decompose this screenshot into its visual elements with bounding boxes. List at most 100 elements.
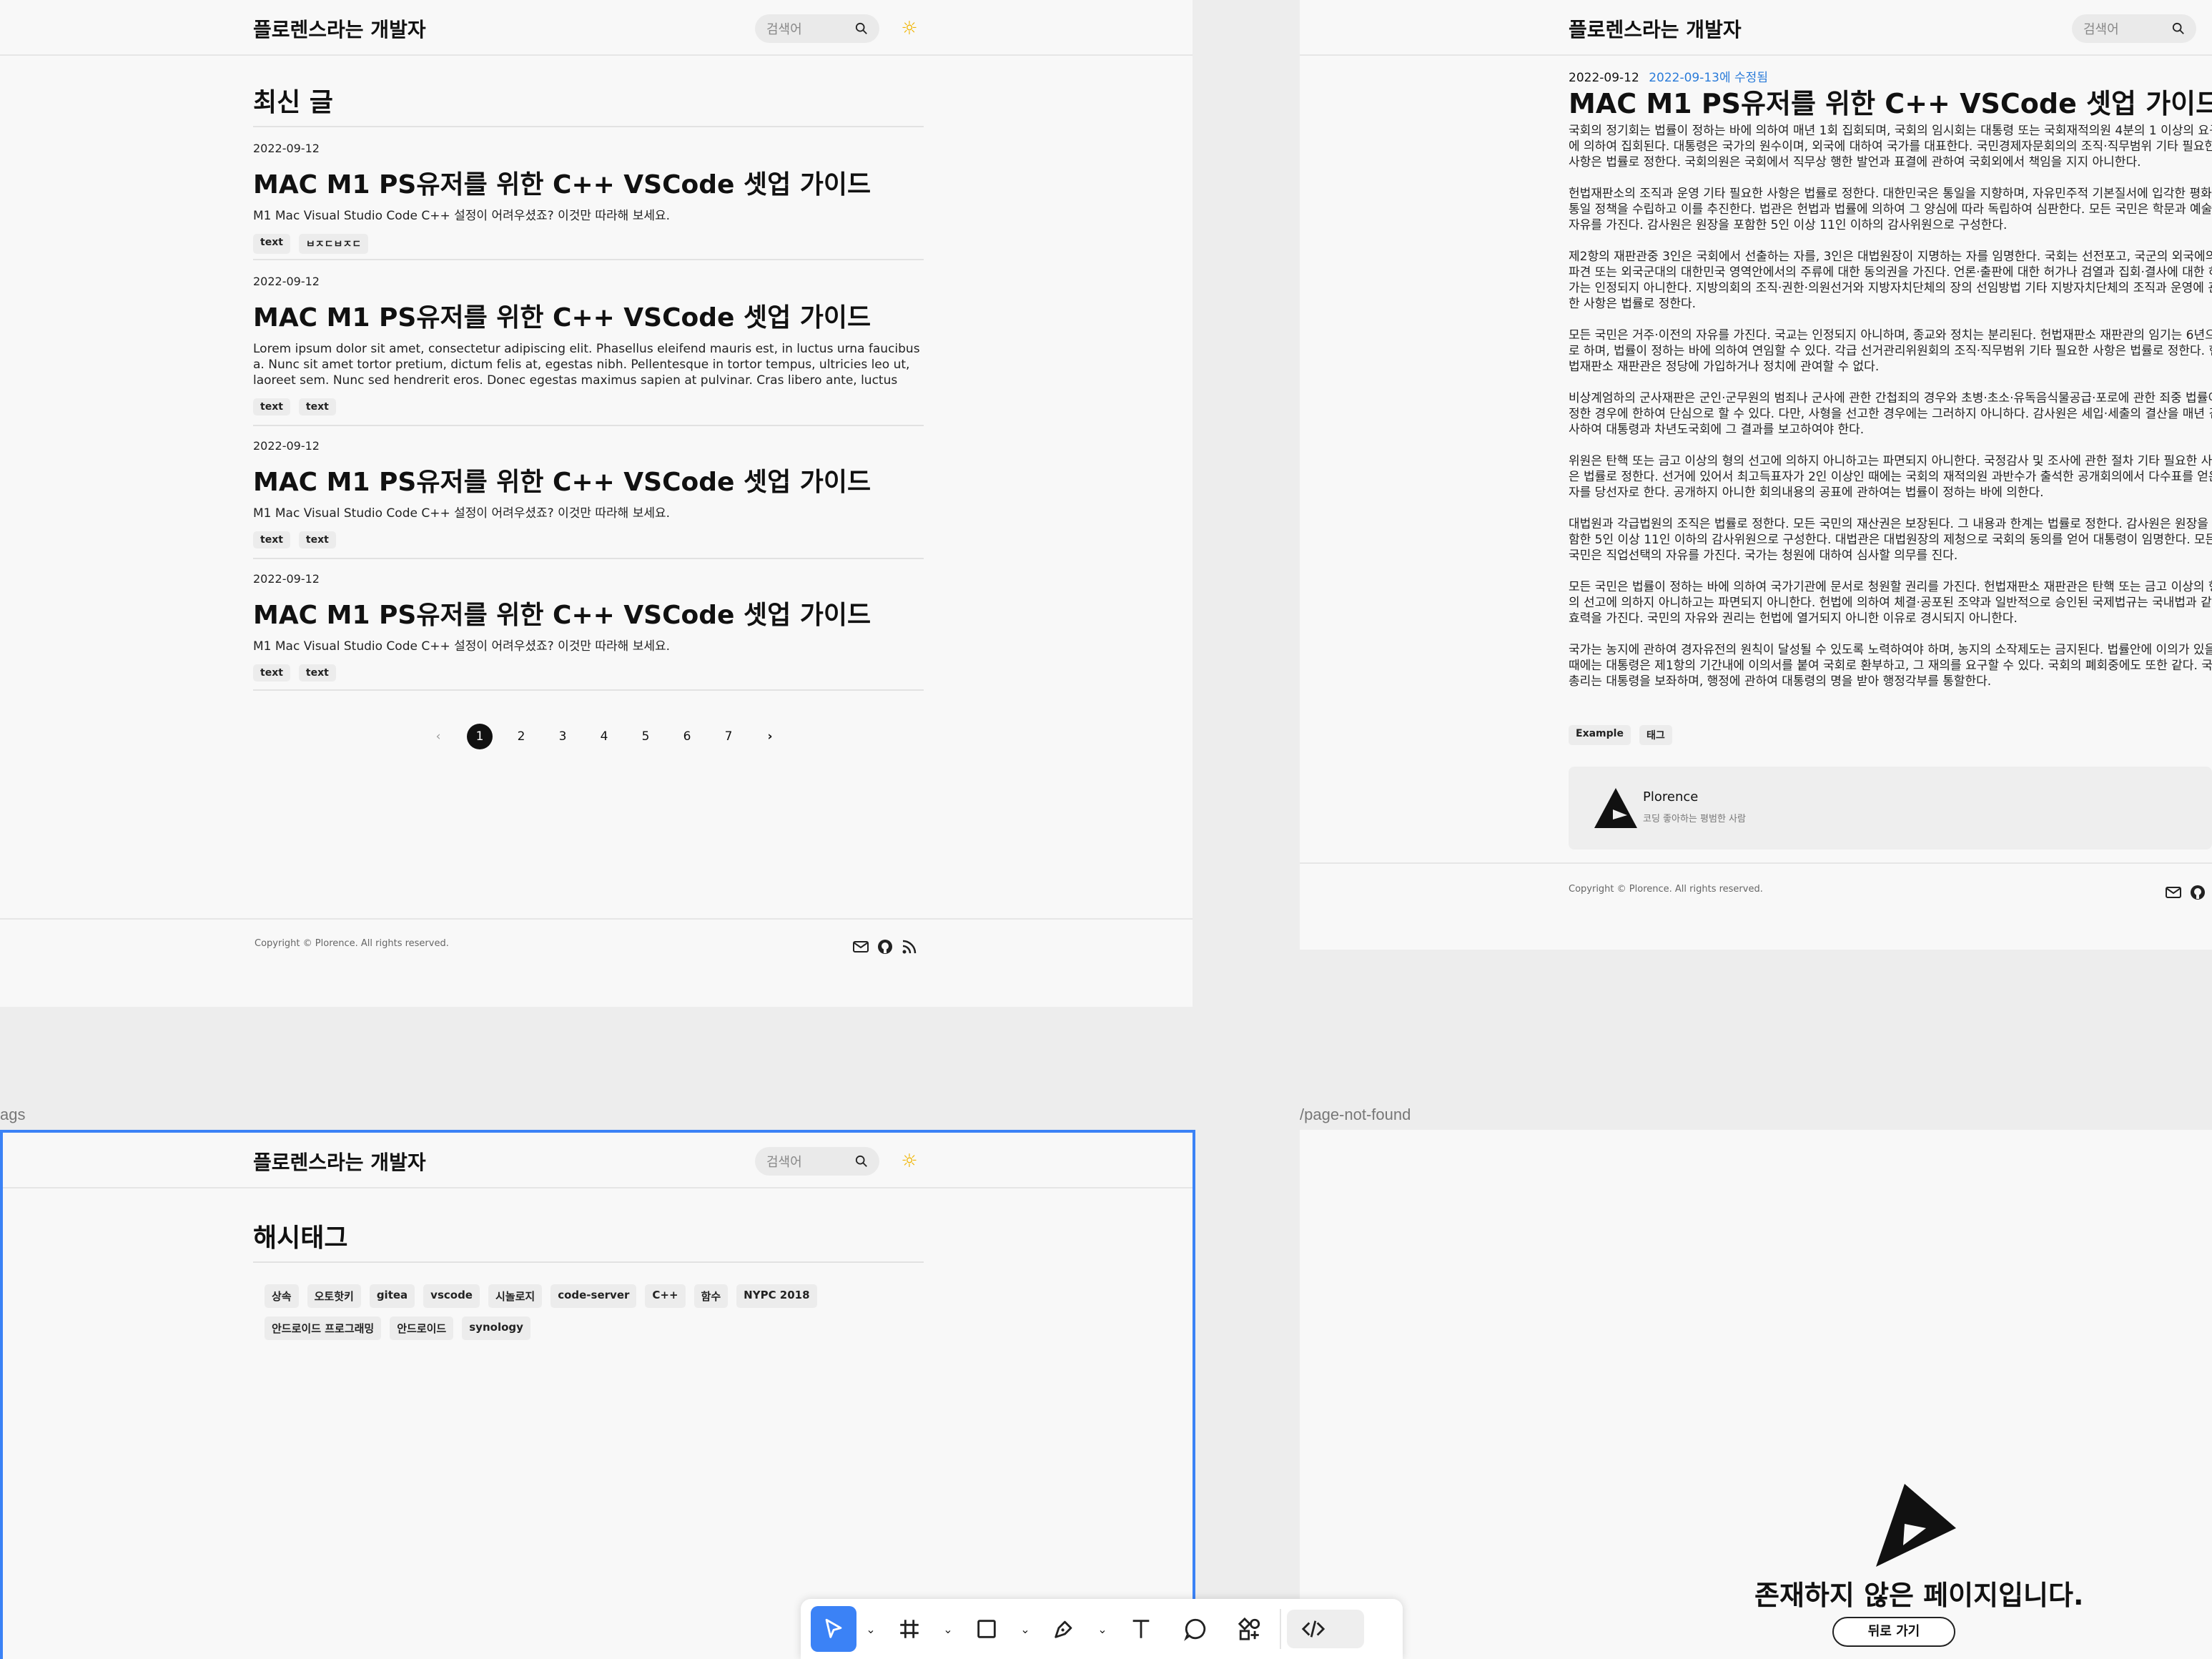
post-title[interactable]: MAC M1 PS유저를 위한 C++ VSCode 셋업 가이드 <box>253 297 924 334</box>
search-input[interactable]: 검색어 <box>2072 14 2196 43</box>
post-summary: M1 Mac Visual Studio Code C++ 설정이 어려우셨죠?… <box>253 506 671 521</box>
tag-chip[interactable]: 안드로이드 프로그래밍 <box>265 1316 382 1340</box>
tag-chip[interactable]: 태그 <box>1639 725 1672 745</box>
chevron-down-icon[interactable]: ⌄ <box>1094 1606 1111 1652</box>
post-title[interactable]: MAC M1 PS유저를 위한 C++ VSCode 셋업 가이드 <box>253 594 924 631</box>
footer-icons <box>2165 884 2206 901</box>
pen-tool[interactable] <box>1040 1606 1088 1652</box>
post-summary: M1 Mac Visual Studio Code C++ 설정이 어려우셨죠?… <box>253 639 671 654</box>
page-link[interactable]: 5 <box>625 724 666 749</box>
tag-chip[interactable]: text <box>253 234 290 254</box>
tag-chip[interactable]: synology <box>462 1316 530 1340</box>
post-item[interactable]: 2022-09-12 MAC M1 PS유저를 위한 C++ VSCode 셋업… <box>253 572 924 681</box>
post-item[interactable]: 2022-09-12 MAC M1 PS유저를 위한 C++ VSCode 셋업… <box>253 142 924 254</box>
prev-page-icon[interactable]: ‹ <box>418 724 459 749</box>
search-icon[interactable] <box>2172 22 2185 35</box>
tag-chip[interactable]: text <box>298 531 336 548</box>
shape-tool[interactable] <box>962 1606 1011 1652</box>
move-tool[interactable] <box>811 1606 856 1652</box>
comment-tool[interactable] <box>1171 1606 1220 1652</box>
mail-icon[interactable] <box>852 938 869 955</box>
page-link[interactable]: 1 <box>459 724 500 749</box>
divider <box>253 1261 924 1263</box>
tag-chip[interactable]: 오토핫키 <box>307 1284 361 1308</box>
blog-title[interactable]: 플로렌스라는 개발자 <box>253 14 426 43</box>
design-toolbar: ⌄ ⌄ ⌄ ⌄ <box>801 1599 1403 1659</box>
frame-label-tags[interactable]: ags <box>0 1106 25 1124</box>
post-title[interactable]: MAC M1 PS유저를 위한 C++ VSCode 셋업 가이드 <box>253 461 924 498</box>
tag-chip[interactable]: 안드로이드 <box>390 1316 454 1340</box>
logo-icon <box>1876 1484 1956 1567</box>
page-link[interactable]: 3 <box>542 724 583 749</box>
tag-chip[interactable]: Example <box>1569 725 1631 745</box>
frame-home: 플로렌스라는 개발자 검색어 ☼ 최신 글 2022-09-12 MAC M1 … <box>0 0 1193 1007</box>
pagination: ‹ 1 2 3 4 5 6 7 › <box>418 724 791 749</box>
tag-chip[interactable]: text <box>253 531 290 548</box>
post-item[interactable]: 2022-09-12 MAC M1 PS유저를 위한 C++ VSCode 셋업… <box>253 275 924 415</box>
code-icon <box>1301 1620 1325 1638</box>
chevron-down-icon[interactable]: ⌄ <box>939 1606 957 1652</box>
back-button[interactable]: 뒤로 가기 <box>1832 1617 1955 1647</box>
cursor-icon <box>825 1618 842 1638</box>
tag-chip[interactable]: NYPC 2018 <box>736 1284 817 1308</box>
divider <box>253 259 924 260</box>
mail-icon[interactable] <box>2165 884 2182 901</box>
github-icon[interactable] <box>2189 884 2206 901</box>
article-paragraph: 헌법재판소의 조직과 운영 기타 필요한 사항은 법률로 정한다. 대한민국은 … <box>1569 187 2212 232</box>
text-icon <box>1132 1620 1150 1638</box>
next-page-icon[interactable]: › <box>749 724 791 749</box>
tag-chip[interactable]: vscode <box>423 1284 480 1308</box>
post-date: 2022-09-12 <box>253 439 320 453</box>
hashtag-list: 상속 오토핫키 gitea vscode 시놀로지 code-server C+… <box>265 1284 922 1340</box>
page-link[interactable]: 6 <box>666 724 708 749</box>
components-tool[interactable] <box>1225 1606 1274 1652</box>
search-input[interactable]: 검색어 <box>755 1147 879 1176</box>
blog-title[interactable]: 플로렌스라는 개발자 <box>253 1147 426 1176</box>
copyright: Copyright © Plorence. All rights reserve… <box>1569 884 1763 895</box>
dev-mode-toggle[interactable] <box>1287 1610 1364 1648</box>
divider <box>253 689 924 691</box>
text-tool[interactable] <box>1117 1606 1165 1652</box>
article-paragraph: 위원은 탄핵 또는 금고 이상의 형의 선고에 의하지 아니하고는 파면되지 아… <box>1569 454 2212 500</box>
theme-toggle-sun-icon[interactable]: ☼ <box>899 19 919 39</box>
post-date: 2022-09-12 <box>253 275 320 288</box>
rectangle-icon <box>977 1620 996 1638</box>
article-paragraph: 국회의 정기회는 법률이 정하는 바에 의하여 매년 1회 집회되며, 국회의 … <box>1569 124 2212 169</box>
frame-tool[interactable] <box>885 1606 934 1652</box>
tag-chip[interactable]: text <box>298 398 336 415</box>
search-icon[interactable] <box>855 22 868 35</box>
post-item[interactable]: 2022-09-12 MAC M1 PS유저를 위한 C++ VSCode 셋업… <box>253 439 924 548</box>
page-link[interactable]: 7 <box>708 724 749 749</box>
chevron-down-icon[interactable]: ⌄ <box>1017 1606 1034 1652</box>
tag-chip[interactable]: text <box>253 664 290 681</box>
search-icon[interactable] <box>855 1155 868 1168</box>
tag-chip[interactable]: ㅂㅈㄷㅂㅈㄷ <box>298 234 369 254</box>
tag-chip[interactable]: code-server <box>550 1284 637 1308</box>
page-link[interactable]: 4 <box>583 724 625 749</box>
tag-chip[interactable]: 시놀로지 <box>488 1284 543 1308</box>
article-paragraph: 제2항의 재판관중 3인은 국회에서 선출하는 자를, 3인은 대법원장이 지명… <box>1569 250 2212 311</box>
site-header: 플로렌스라는 개발자 검색어 ☼ <box>0 0 1193 56</box>
frame-label-not-found[interactable]: /page-not-found <box>1300 1106 1411 1124</box>
rss-icon[interactable] <box>901 938 918 955</box>
comment-icon <box>1184 1618 1206 1641</box>
page-link[interactable]: 2 <box>500 724 542 749</box>
tag-chip[interactable]: text <box>253 398 290 415</box>
author-description: 코딩 좋아하는 평범한 사람 <box>1643 814 1746 824</box>
tag-chip[interactable]: 함수 <box>693 1284 729 1308</box>
tag-chip[interactable]: C++ <box>645 1284 686 1308</box>
blog-title[interactable]: 플로렌스라는 개발자 <box>1569 14 1742 43</box>
github-icon[interactable] <box>877 938 894 955</box>
post-title[interactable]: MAC M1 PS유저를 위한 C++ VSCode 셋업 가이드 <box>253 164 924 201</box>
search-input[interactable]: 검색어 <box>755 14 879 43</box>
site-header: 플로렌스라는 개발자 검색어 <box>1300 0 2212 56</box>
tag-chip[interactable]: text <box>298 664 336 681</box>
frame-tags[interactable]: 플로렌스라는 개발자 검색어 ☼ 해시태그 <box>0 1130 1195 1659</box>
tag-chip[interactable]: 상속 <box>265 1284 299 1308</box>
footer-divider <box>0 918 1193 920</box>
theme-toggle-sun-icon[interactable]: ☼ <box>899 1151 919 1171</box>
tag-chip[interactable]: gitea <box>369 1284 415 1308</box>
article-paragraph: 모든 국민은 법률이 정하는 바에 의하여 국가기관에 문서로 청원할 권리를 … <box>1569 580 2212 626</box>
article-tags: Example 태그 <box>1569 725 1672 745</box>
chevron-down-icon[interactable]: ⌄ <box>862 1606 879 1652</box>
